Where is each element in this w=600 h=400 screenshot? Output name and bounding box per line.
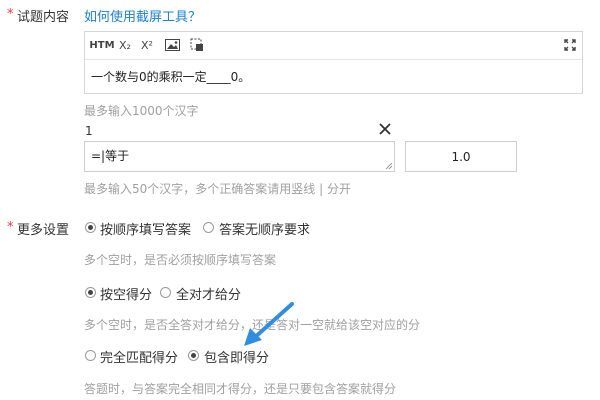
fullscreen-icon[interactable] xyxy=(561,36,579,54)
score-value: 1.0 xyxy=(451,149,471,164)
option-per-blank-score[interactable]: 按空得分 xyxy=(100,284,152,303)
screenshot-icon[interactable] xyxy=(188,36,206,54)
html-source-button[interactable]: HTM xyxy=(89,36,114,54)
radio-contains-match[interactable] xyxy=(188,350,199,361)
option-ordered-answers[interactable]: 按顺序填写答案 xyxy=(100,219,191,238)
screenshot-help-link[interactable]: 如何使用截屏工具？ xyxy=(84,6,201,25)
radio-exact-match[interactable] xyxy=(85,350,96,361)
score-input[interactable]: 1.0 xyxy=(405,141,517,172)
option-unordered-answers[interactable]: 答案无顺序要求 xyxy=(219,219,310,238)
answer-value: =|等于 xyxy=(91,149,130,163)
answer-limit-hint: 最多输入50个汉字，多个正确答案请用竖线 | 分开 xyxy=(84,182,351,196)
question-content[interactable]: 一个数与0的乘积一定____0。 xyxy=(91,68,250,85)
required-mark: * xyxy=(7,220,14,235)
radio-unordered-answers[interactable] xyxy=(203,222,214,233)
image-icon[interactable] xyxy=(163,36,181,54)
rich-text-editor[interactable]: HTM X₂ X² 一个数与0的乘积一定____0。 xyxy=(84,31,583,94)
radio-all-correct-score[interactable] xyxy=(160,287,171,298)
content-label: 试题内容 xyxy=(17,10,70,25)
blank-number: 1 xyxy=(85,124,93,138)
radio-per-blank-score[interactable] xyxy=(85,287,96,298)
radio-ordered-answers[interactable] xyxy=(85,222,96,233)
annotation-arrow-icon xyxy=(244,302,294,346)
matching-hint: 答题时，与答案完全相同才得分，还是只要包含答案就得分 xyxy=(84,382,397,396)
option-exact-match[interactable]: 完全匹配得分 xyxy=(100,347,178,366)
editor-toolbar: HTM X₂ X² xyxy=(85,32,582,60)
required-mark: * xyxy=(7,7,14,22)
resize-grip-icon[interactable] xyxy=(385,162,393,170)
remove-blank-close-icon[interactable] xyxy=(377,121,393,137)
content-limit-hint: 最多输入1000个汉字 xyxy=(84,104,199,118)
answer-textarea[interactable]: =|等于 xyxy=(84,141,395,172)
order-hint: 多个空时，是否必须按顺序填写答案 xyxy=(84,253,277,267)
superscript-button[interactable]: X² xyxy=(138,36,156,54)
more-settings-label: 更多设置 xyxy=(17,223,70,238)
option-all-correct-score[interactable]: 全对才给分 xyxy=(176,284,241,303)
subscript-button[interactable]: X₂ xyxy=(116,36,134,54)
